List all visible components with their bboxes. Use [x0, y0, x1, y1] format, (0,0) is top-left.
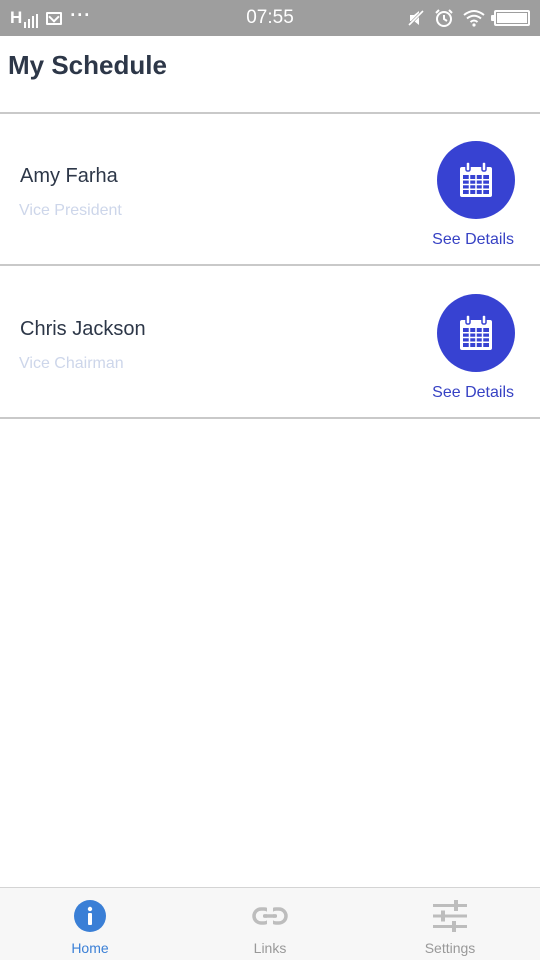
status-right [407, 8, 530, 28]
card-divider [0, 417, 540, 419]
calendar-button[interactable] [437, 294, 515, 372]
alarm-icon [435, 9, 453, 27]
battery-icon [491, 10, 530, 26]
calendar-button[interactable] [437, 141, 515, 219]
nav-label-links: Links [253, 940, 287, 956]
nav-label-settings: Settings [424, 940, 476, 956]
person-role: Vice Chairman [19, 355, 124, 372]
see-details-link[interactable]: See Details [432, 230, 514, 250]
link-icon [252, 899, 288, 933]
status-bar: H ··· 07:55 [0, 0, 540, 36]
page-title: My Schedule [8, 50, 167, 80]
card-divider [0, 264, 540, 266]
calendar-icon [460, 162, 492, 197]
wifi-icon [463, 10, 485, 27]
schedule-card: Amy Farha Vice President See Details [0, 114, 540, 266]
calendar-icon [460, 315, 492, 350]
info-icon [72, 899, 108, 933]
nav-item-home[interactable]: Home [0, 888, 180, 960]
schedule-card: Chris Jackson Vice Chairman See Details [0, 267, 540, 419]
see-details-link[interactable]: See Details [432, 383, 514, 403]
mute-icon [407, 9, 425, 27]
bottom-nav: Home Links Settings [0, 887, 540, 960]
nav-label-home: Home [71, 940, 109, 956]
person-role: Vice President [19, 202, 122, 219]
nav-item-links[interactable]: Links [180, 888, 360, 960]
person-name: Amy Farha [20, 165, 118, 187]
person-name: Chris Jackson [20, 318, 146, 340]
nav-item-settings[interactable]: Settings [360, 888, 540, 960]
sliders-icon [432, 899, 468, 933]
